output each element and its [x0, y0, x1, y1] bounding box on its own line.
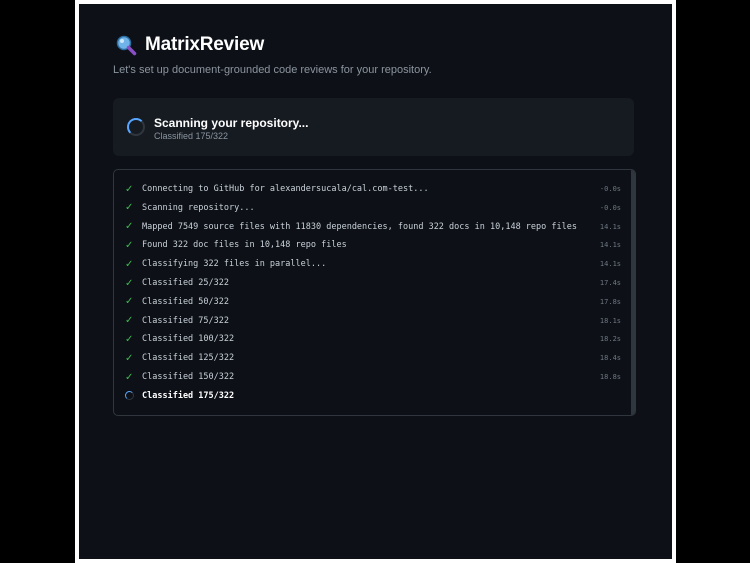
log-row-text: Classified 25/322	[142, 278, 229, 288]
log-row-time: -0.0s	[599, 203, 621, 212]
log-row: ✓ Classified 100/322 18.2s	[125, 332, 621, 346]
log-row-text: Classified 50/322	[142, 296, 229, 307]
log-row-text: Connecting to GitHub for alexandersucala…	[142, 184, 429, 194]
log-row: ✓ Classifying 322 files in parallel... 14.…	[125, 257, 621, 271]
log-row: ✓ Connecting to GitHub for alexandersucal…	[125, 182, 621, 196]
status-progress: Classified 175/322	[154, 131, 229, 141]
checkmark-icon: ✓	[125, 221, 134, 233]
app-window: MatrixReview Let's set up document-groun…	[79, 4, 672, 559]
loading-spinner-icon	[127, 118, 145, 136]
log-row-text: Classified 100/322	[142, 334, 235, 345]
log-row: ✓ Scanning repository... -0.0s	[125, 201, 621, 215]
checkmark-icon: ✓	[125, 352, 134, 364]
log-row-text: Classifying 322 files in parallel...	[142, 259, 327, 270]
log-scrollbar[interactable]	[631, 170, 635, 415]
checkmark-icon: ✓	[125, 239, 134, 251]
checkmark-icon: ✓	[125, 315, 134, 327]
log-row-text: Classified 125/322	[142, 353, 235, 364]
log-row: ✓ Mapped 7549 source files with 11830 dep…	[125, 220, 621, 234]
log-row: Classified 175/322	[125, 389, 621, 403]
log-row: ✓ Found 322 doc files in 10,148 repo file…	[125, 238, 621, 252]
scan-status-card: Scanning your repository... Classified 1…	[113, 98, 634, 156]
log-row: ✓ Classified 50/322 17.8s	[125, 295, 621, 309]
log-row-text: Scanning repository...	[142, 202, 255, 213]
log-row-time: 14.1s	[599, 260, 621, 269]
log-row-time: -0.0s	[599, 185, 621, 193]
log-row: ✓ Classified 150/322 18.8s	[125, 370, 621, 384]
log-row-time: 18.1s	[599, 316, 621, 325]
log-row-time: 18.4s	[599, 354, 621, 363]
checkmark-icon: ✓	[125, 333, 134, 345]
log-row-time: 17.4s	[599, 279, 621, 287]
log-row-text: Classified 150/322	[142, 372, 235, 382]
log-row-time: 18.2s	[599, 335, 621, 344]
status-title: Scanning your repository...	[154, 116, 309, 130]
checkmark-icon: ✓	[125, 371, 134, 383]
app-subtitle: Let's set up document-grounded code revi…	[113, 64, 432, 76]
log-row-text: Mapped 7549 source files with 11830 depe…	[142, 221, 577, 232]
magnifier-logo-icon	[116, 35, 137, 56]
checkmark-icon: ✓	[125, 202, 134, 214]
log-row: ✓ Classified 75/322 18.1s	[125, 314, 621, 328]
checkmark-icon: ✓	[125, 258, 134, 270]
checkmark-icon: ✓	[125, 296, 134, 308]
log-row: ✓ Classified 25/322 17.4s	[125, 276, 621, 290]
log-row-text: Classified 175/322	[142, 390, 235, 401]
log-row-time: 14.1s	[599, 241, 621, 250]
progress-log[interactable]: ✓ Connecting to GitHub for alexandersucal…	[113, 169, 636, 416]
log-row-time: 18.8s	[599, 373, 621, 381]
checkmark-icon: ✓	[125, 183, 134, 195]
app-header: MatrixReview	[115, 34, 264, 56]
log-row-text: Classified 75/322	[142, 315, 229, 326]
loading-spinner-icon	[125, 391, 134, 401]
log-row-time: 17.8s	[599, 297, 621, 306]
log-row: ✓ Classified 125/322 18.4s	[125, 351, 621, 365]
log-row-time: 14.1s	[599, 222, 621, 231]
checkmark-icon: ✓	[125, 277, 134, 289]
app-title: MatrixReview	[145, 34, 265, 55]
log-row-text: Found 322 doc files in 10,148 repo files	[142, 240, 347, 251]
